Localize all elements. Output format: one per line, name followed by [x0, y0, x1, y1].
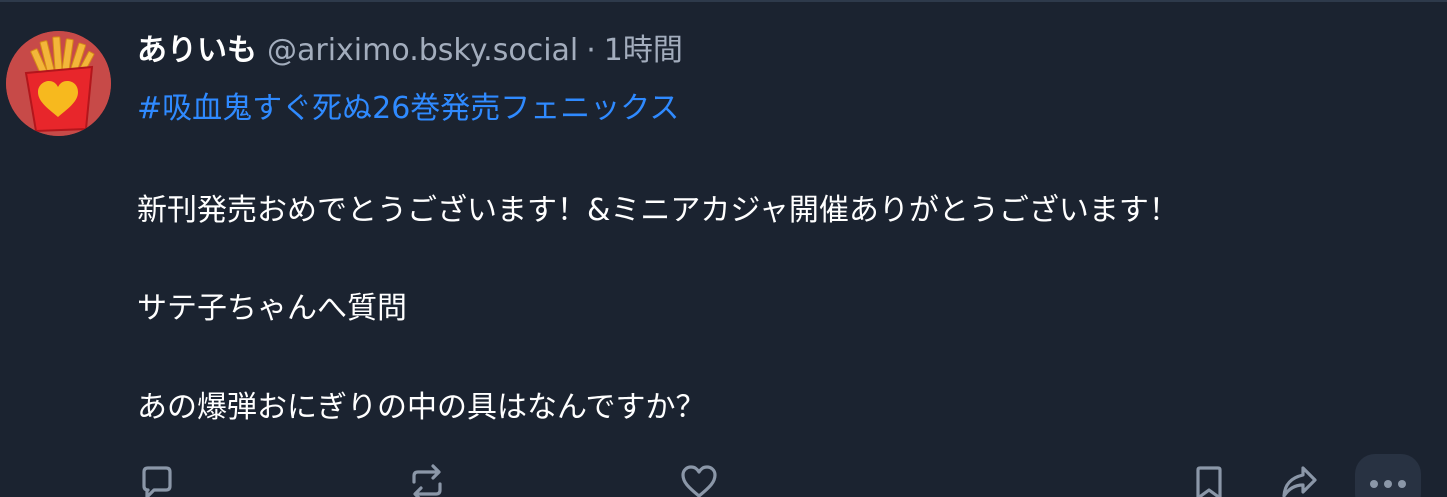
- french-fries-heart-avatar-icon: [6, 31, 111, 136]
- post-text-line: あの爆弾おにぎりの中の具はなんですか？: [137, 390, 706, 425]
- post-text-line: 新刊発売おめでとうございます！&ミニアカジャ開催ありがとうございます！: [137, 193, 1179, 228]
- more-options-button[interactable]: [1355, 454, 1421, 497]
- post-actions: [0, 454, 1447, 497]
- repost-arrows-icon: [412, 464, 442, 497]
- display-name[interactable]: ありいも: [137, 28, 257, 74]
- reply-button[interactable]: [134, 462, 178, 497]
- post-text-line: サテ子ちゃんへ質問: [137, 291, 407, 326]
- ellipsis-icon: [1370, 480, 1406, 488]
- repost-button[interactable]: [405, 462, 449, 497]
- share-arrow-icon: [1282, 466, 1317, 497]
- bookmark-button[interactable]: [1187, 462, 1231, 497]
- post-card[interactable]: ありいも @ariximo.bsky.social · 1時間 #吸血鬼すぐ死ぬ…: [0, 2, 1447, 497]
- speech-bubble-icon: [142, 466, 172, 497]
- avatar[interactable]: [6, 31, 111, 136]
- timestamp[interactable]: 1時間: [604, 28, 683, 74]
- bookmark-icon: [1196, 466, 1222, 497]
- share-button[interactable]: [1277, 462, 1321, 497]
- handle[interactable]: @ariximo.bsky.social: [267, 28, 578, 74]
- post-header: ありいも @ariximo.bsky.social · 1時間: [137, 28, 683, 74]
- hashtag-link[interactable]: #吸血鬼すぐ死ぬ26巻発売フェニックス: [137, 86, 679, 132]
- separator: ·: [586, 33, 596, 68]
- heart-icon: [681, 465, 717, 497]
- like-button[interactable]: [677, 462, 721, 497]
